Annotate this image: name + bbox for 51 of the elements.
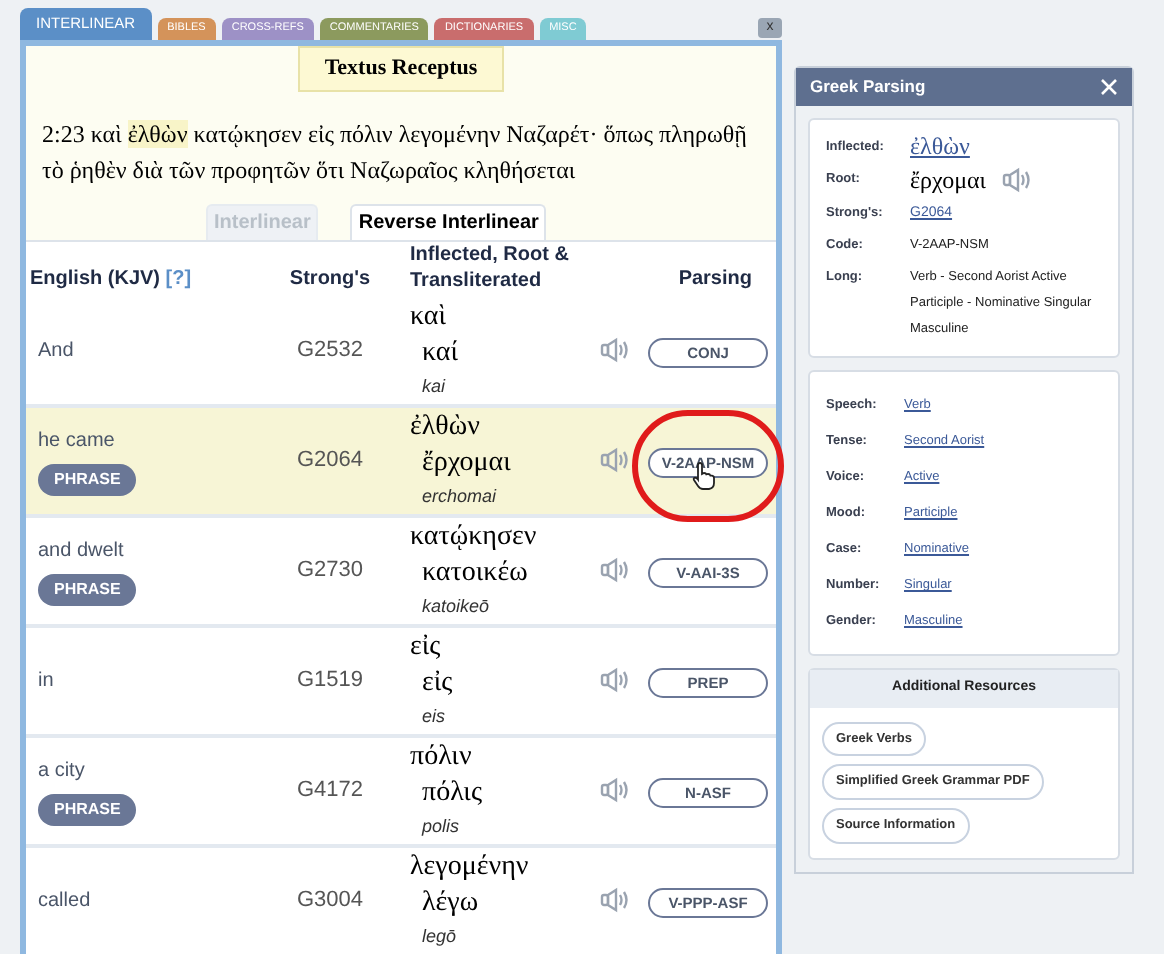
strongs-number[interactable]: G4172 — [250, 773, 410, 807]
speaker-icon[interactable] — [600, 336, 632, 364]
root-word: λέγω — [420, 886, 479, 922]
english-word: in — [38, 667, 54, 695]
transliteration: polis — [419, 814, 460, 840]
speaker-icon[interactable] — [600, 776, 632, 804]
panel-title: Greek Parsing — [810, 74, 926, 100]
inflected-word: εἰς — [410, 630, 441, 666]
close-icon[interactable] — [1100, 78, 1118, 96]
root-word: κατοικέω — [420, 556, 528, 592]
inflected-word: ἐλθὼν — [410, 410, 480, 446]
transliteration: kai — [420, 374, 446, 400]
root-word: καί — [420, 336, 459, 372]
inflected-word: λεγομένην — [410, 850, 529, 886]
strongs-number[interactable]: G2532 — [250, 333, 410, 367]
english-word: he came — [38, 427, 115, 455]
english-word: called — [38, 887, 91, 915]
speaker-icon[interactable] — [1002, 166, 1035, 194]
english-word: and dwelt — [38, 537, 124, 565]
inflected-word: καὶ — [410, 300, 447, 336]
root-word: εἰς — [420, 666, 453, 702]
transliteration: katoikeō — [420, 594, 490, 620]
transliteration: eis — [420, 704, 446, 730]
strongs-number[interactable]: G2730 — [250, 553, 410, 587]
column-header: Strong's — [287, 265, 373, 293]
inflected-link[interactable]: ἐλθὼν — [910, 134, 970, 160]
column-header: Parsing — [676, 265, 754, 293]
english-word: a city — [38, 757, 85, 785]
inflected-word: πόλιν — [410, 740, 472, 776]
phrase-button[interactable]: PHRASE — [38, 793, 137, 825]
view-tab[interactable]: Reverse Interlinear — [350, 203, 547, 239]
root-word: ἔρχομαι — [420, 446, 511, 482]
speaker-icon[interactable] — [600, 446, 632, 474]
root-word: ἔρχομαι — [910, 167, 987, 193]
strongs-number[interactable]: G2064 — [250, 443, 410, 477]
column-header: Inflected, Root & Transliterated — [410, 241, 570, 293]
strongs-number[interactable]: G1519 — [250, 663, 410, 697]
strongs-number[interactable]: G3004 — [250, 883, 410, 917]
speaker-icon[interactable] — [600, 666, 632, 694]
english-word: And — [38, 337, 74, 365]
column-header: English (KJV) — [30, 267, 161, 289]
root-word: πόλις — [420, 776, 482, 812]
source-label: Textus Receptus — [298, 46, 504, 91]
transliteration: erchomai — [420, 484, 497, 510]
phrase-button[interactable]: PHRASE — [38, 573, 137, 605]
verse-text: 2:23 καὶ ἐλθὼν κατῴκησεν εἰς πόλιν λεγομένην Ναζαρέτ· ὅπως πληρωθῇ τὸ ῥηθὲν διὰ τῶν προφητῶν ὅτι Ναζωραῖος κληθήσεται — [42, 117, 749, 187]
transliteration: legō — [420, 924, 457, 950]
speaker-icon[interactable] — [600, 886, 632, 914]
phrase-button[interactable]: PHRASE — [38, 463, 137, 495]
speaker-icon[interactable] — [600, 556, 632, 584]
inflected-word: κατῴκησεν — [410, 520, 537, 556]
